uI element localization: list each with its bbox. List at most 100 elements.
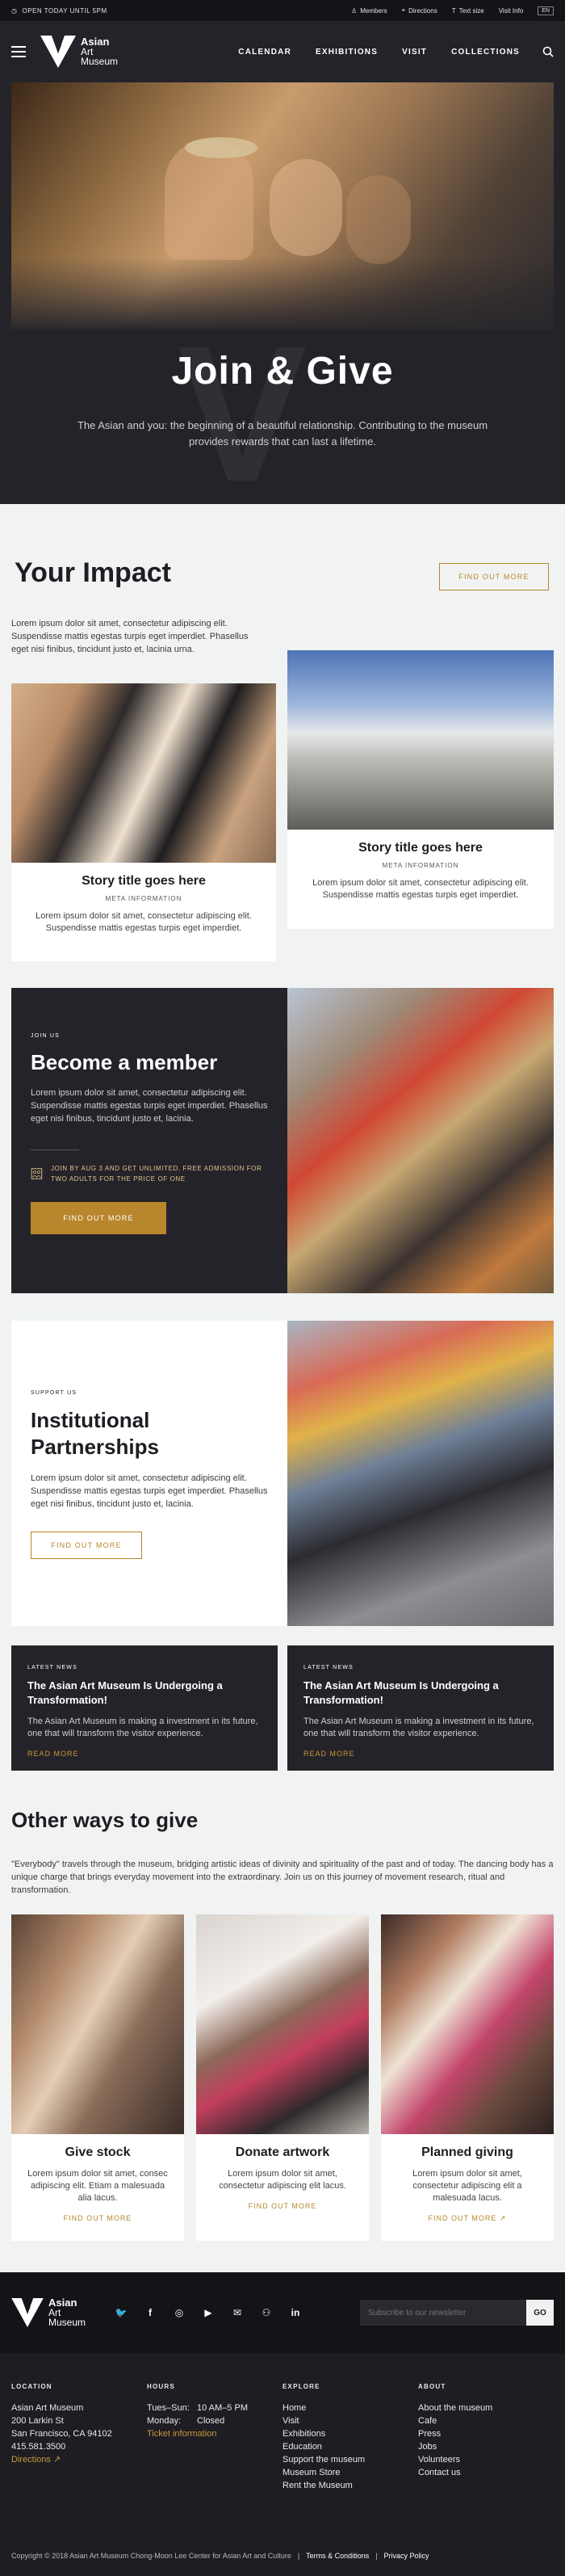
footer-link[interactable]: Exhibitions [282,2427,418,2440]
partnerships-title: Institutional Partnerships [31,1408,159,1459]
partnerships-text: Lorem ipsum dolor sit amet, consectetur … [31,1473,268,1509]
text-size-icon: T [451,6,456,15]
privacy-link[interactable]: Privacy Policy [384,2552,429,2560]
story-title: Story title goes here [82,874,206,888]
impact-title: Your Impact [15,557,171,588]
give-card-link[interactable]: FIND OUT MORE [196,2202,369,2210]
story-image-family [11,683,276,863]
give-card-title: Donate artwork [235,2145,330,2159]
footer-link[interactable]: Press [418,2427,554,2440]
story-card-2[interactable]: Story title goes here META INFORMATION L… [287,650,554,929]
membership-find-out-more-button[interactable]: FIND OUT MORE [31,1202,166,1234]
hero-subtitle: The Asian and you: the beginning of a be… [77,419,488,448]
footer-top-bar: AsianArtMuseum 🐦 f ◎ ▶ ✉ ⚇ in GO [0,2272,565,2353]
give-card-stock[interactable]: Give stock Lorem ipsum dolor sit amet, c… [11,1914,184,2241]
footer-link[interactable]: Museum Store [282,2466,418,2479]
footer-directions-link[interactable]: Directions ↗ [11,2455,61,2465]
hero-image [11,82,554,330]
instagram-icon[interactable]: ◎ [173,2306,186,2319]
give-card-artwork[interactable]: Donate artwork Lorem ipsum dolor sit ame… [196,1914,369,2241]
footer-location: LOCATION Asian Art Museum 200 Larkin St … [11,2383,112,2465]
footer-link[interactable]: Support the museum [282,2453,418,2466]
impact-description: Lorem ipsum dolor sit amet, consectetur … [11,619,249,654]
hero-section: V Join & Give The Asian and you: the beg… [0,82,565,511]
social-links: 🐦 f ◎ ▶ ✉ ⚇ in [115,2306,302,2319]
news-card-1[interactable]: LATEST NEWS The Asian Art Museum Is Unde… [11,1645,278,1771]
news-text: The Asian Art Museum is making a investm… [27,1717,258,1738]
footer-link[interactable]: Cafe [418,2414,554,2427]
give-card-text: Lorem ipsum dolor sit amet, consectetur … [412,2169,522,2203]
membership-eyebrow: JOIN US [31,1033,61,1039]
footer-link[interactable]: Home [282,2402,418,2414]
nav-visit[interactable]: VISIT [402,48,427,57]
story-title: Story title goes here [358,841,483,855]
logo-mark-icon [11,2298,44,2327]
footer-link[interactable]: Contact us [418,2466,554,2479]
partnerships-find-out-more-button[interactable]: FIND OUT MORE [31,1532,142,1559]
hero-background-mark: V [178,305,308,522]
members-link[interactable]: ♙ Members [351,7,387,15]
main-header: Asian Art Museum CALENDAR EXHIBITIONS VISI… [0,21,565,82]
nav-exhibitions[interactable]: EXHIBITIONS [316,48,378,57]
open-hours-text: OPEN TODAY UNTIL 5PM [22,6,107,15]
story-meta: META INFORMATION [382,862,459,869]
museum-logo[interactable]: Asian Art Museum [40,36,118,68]
newsletter-input[interactable] [360,2300,526,2326]
give-card-text: Lorem ipsum dolor sit amet, consec adipi… [27,2169,168,2203]
footer-link[interactable]: Rent the Museum [282,2479,418,2492]
footer-link[interactable]: Visit [282,2414,418,2427]
news-card-2[interactable]: LATEST NEWS The Asian Art Museum Is Unde… [287,1645,554,1771]
footer-link[interactable]: Education [282,2440,418,2453]
footer-link[interactable]: Jobs [418,2440,554,2453]
partnerships-eyebrow: SUPPORT US [31,1390,77,1396]
footer-columns: LOCATION Asian Art Museum 200 Larkin St … [11,2381,554,2492]
external-link-icon: ↗ [52,2455,61,2465]
utility-bar: ◷ OPEN TODAY UNTIL 5PM ♙ Members ⌖ Directi… [0,0,565,21]
tripadvisor-icon[interactable]: ⚇ [260,2306,273,2319]
story-image-building [287,650,554,830]
visit-info-link[interactable]: Visit Info [499,7,524,15]
text-size-link[interactable]: T Text size [452,7,484,15]
main-nav: CALENDAR EXHIBITIONS VISIT COLLECTIONS [238,48,520,57]
give-card-link[interactable]: FIND OUT MORE [11,2214,184,2222]
impact-find-out-more-button[interactable]: FIND OUT MORE [439,563,549,590]
hero-title: Join & Give [171,350,394,393]
ticket-information-link[interactable]: Ticket information [147,2429,216,2439]
directions-link[interactable]: ⌖ Directions [402,6,437,15]
search-icon[interactable] [542,46,554,57]
youtube-icon[interactable]: ▶ [202,2306,215,2319]
newsletter-go-button[interactable]: GO [526,2300,554,2326]
footer-link[interactable]: Volunteers [418,2453,554,2466]
footer-link[interactable]: About the museum [418,2402,554,2414]
news-read-more-link[interactable]: READ MORE [27,1750,262,1758]
wechat-icon[interactable]: ✉ [231,2306,244,2319]
give-card-planned[interactable]: Planned giving Lorem ipsum dolor sit ame… [381,1914,554,2241]
menu-icon[interactable] [11,46,26,57]
news-eyebrow: LATEST NEWS [303,1665,354,1670]
person-icon: ♙ [351,6,358,15]
give-card-link[interactable]: FIND OUT MORE ↗ [381,2214,554,2223]
nav-collections[interactable]: COLLECTIONS [451,48,520,57]
membership-badge-icon [31,1168,43,1179]
give-artwork-image [196,1914,369,2134]
newsletter-form: GO [360,2300,554,2326]
give-card-text: Lorem ipsum dolor sit amet, consectetur … [219,2169,346,2191]
twitter-icon[interactable]: 🐦 [115,2306,128,2319]
language-selector[interactable]: EN [538,6,554,15]
news-eyebrow: LATEST NEWS [27,1665,77,1670]
external-link-icon: ↗ [499,2214,507,2222]
facebook-icon[interactable]: f [144,2306,157,2319]
logo-mark-icon [40,36,76,68]
news-title: The Asian Art Museum Is Undergoing a Tra… [27,1679,223,1706]
membership-title: Become a member [31,1050,218,1074]
story-card-1[interactable]: Story title goes here META INFORMATION L… [11,683,276,961]
give-card-title: Give stock [65,2145,131,2159]
give-planned-image [381,1914,554,2134]
footer-logo[interactable]: Asian Art Museum [11,2297,86,2327]
story-text: Lorem ipsum dolor sit amet, consectetur … [312,878,529,900]
terms-link[interactable]: Terms & Conditions [306,2552,369,2560]
news-read-more-link[interactable]: READ MORE [303,1750,538,1758]
linkedin-icon[interactable]: in [289,2306,302,2319]
nav-calendar[interactable]: CALENDAR [238,48,291,57]
give-stock-image [11,1914,184,2134]
